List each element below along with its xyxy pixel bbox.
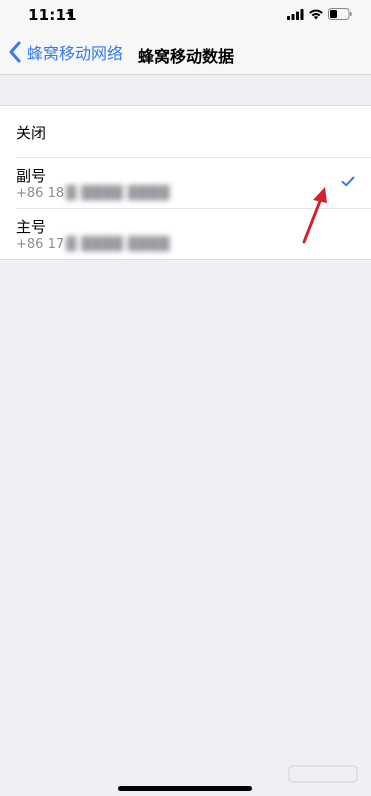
status-bar: 11:11	[0, 0, 371, 30]
location-arrow-icon	[65, 10, 73, 18]
wifi-icon	[309, 9, 323, 20]
redacted-digits: █ ████ ████	[66, 237, 170, 252]
redacted-digits: █ ████ ████	[66, 186, 170, 201]
option-label: 关闭	[16, 124, 47, 142]
home-indicator	[118, 786, 252, 791]
phone-number: +86 18 █ ████ ████	[16, 186, 170, 201]
battery-icon	[328, 8, 352, 20]
option-label: 主号	[16, 218, 47, 236]
option-label: 副号	[16, 167, 47, 185]
phone-prefix: +86 18	[16, 186, 65, 201]
navigation-bar: 蜂窝移动网络 蜂窝移动数据	[0, 30, 371, 75]
cellular-signal-icon	[287, 9, 304, 20]
phone-prefix: +86 17	[16, 237, 65, 252]
back-button[interactable]: 蜂窝移动网络	[8, 40, 123, 64]
annotation-arrow-icon	[302, 187, 327, 244]
watermark-logo	[288, 765, 358, 783]
page-title: 蜂窝移动数据	[138, 47, 235, 66]
option-off[interactable]: 关闭	[0, 106, 371, 157]
chevron-left-icon	[9, 41, 21, 63]
phone-number: +86 17 █ ████ ████	[16, 237, 170, 252]
back-label: 蜂窝移动网络	[27, 44, 124, 63]
checkmark-icon	[341, 176, 355, 187]
